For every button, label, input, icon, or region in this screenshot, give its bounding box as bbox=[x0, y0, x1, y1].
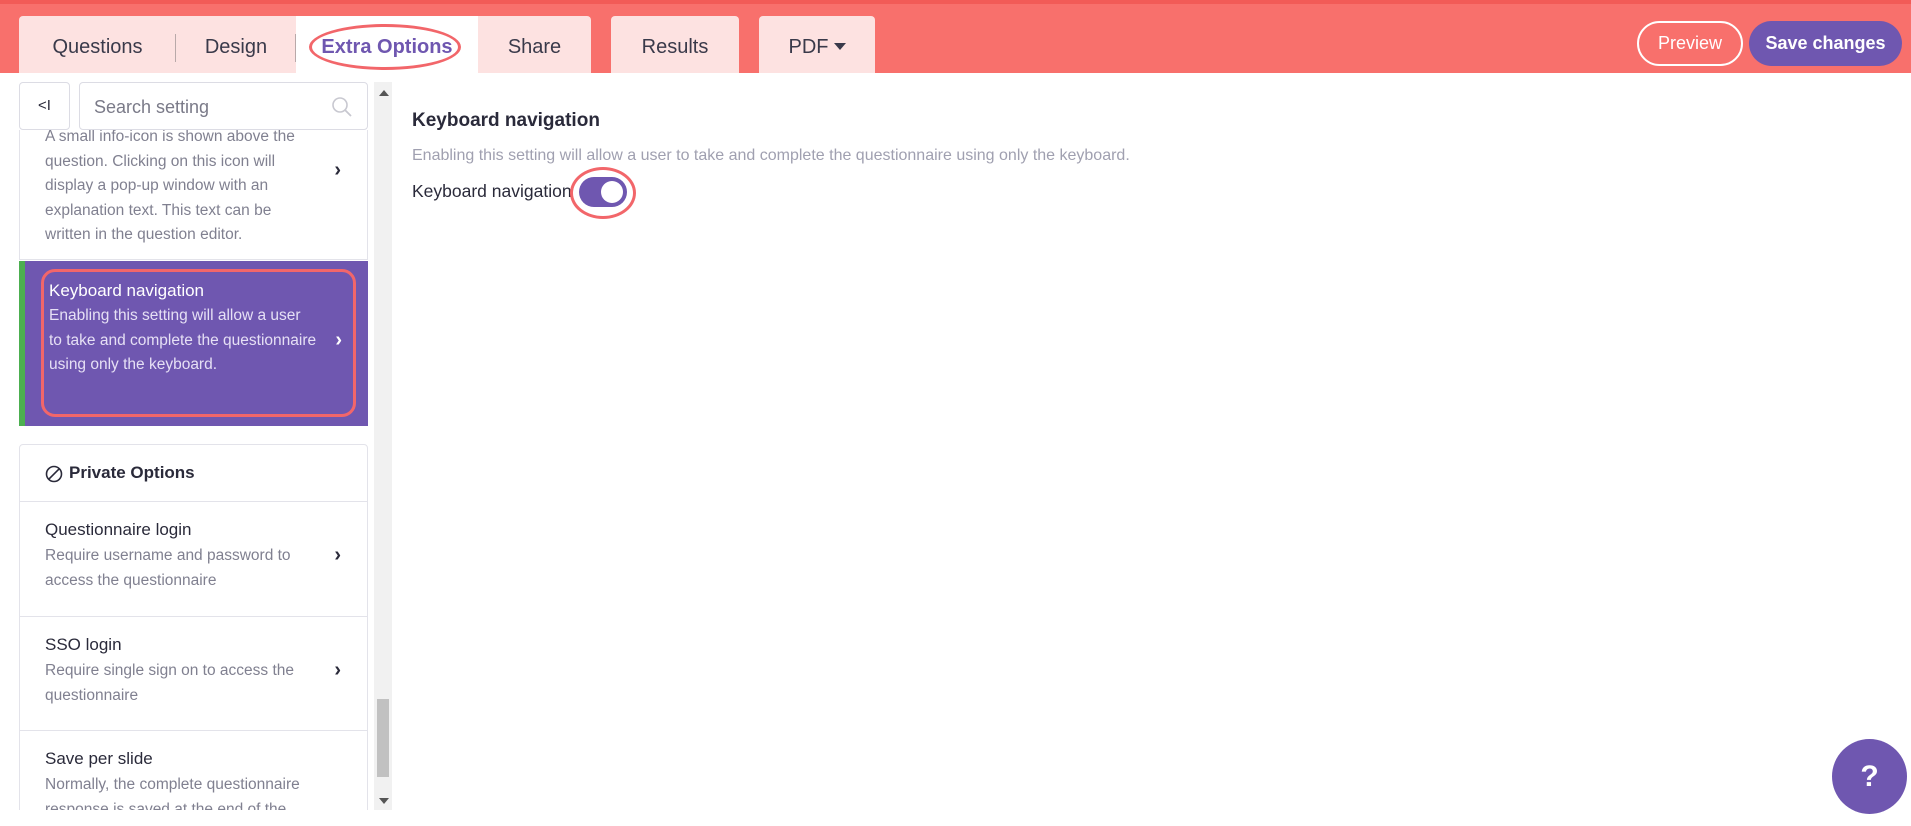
scroll-up-arrow-icon[interactable] bbox=[379, 90, 389, 96]
setting-item-description: Enabling this setting will allow a user … bbox=[49, 307, 317, 373]
preview-button[interactable]: Preview bbox=[1637, 21, 1743, 66]
chevron-right-icon: › bbox=[334, 544, 341, 566]
setting-detail-description: Enabling this setting will allow a user … bbox=[412, 147, 1130, 164]
tab-pdf[interactable]: PDF bbox=[759, 16, 875, 73]
section-title: Private Options bbox=[69, 463, 195, 482]
setting-item-keyboard-navigation[interactable]: Keyboard navigation Enabling this settin… bbox=[19, 261, 368, 426]
keyboard-navigation-toggle[interactable] bbox=[579, 177, 627, 207]
tab-share[interactable]: Share bbox=[478, 16, 591, 73]
chevron-right-icon: › bbox=[334, 659, 341, 681]
setting-item-save-per-slide[interactable]: Save per slide Normally, the complete qu… bbox=[19, 731, 368, 810]
setting-detail-title: Keyboard navigation bbox=[412, 110, 600, 131]
tab-design[interactable]: Design bbox=[176, 16, 296, 73]
collapse-sidebar-button[interactable]: <I bbox=[19, 82, 70, 130]
tab-extra-options[interactable]: Extra Options bbox=[296, 16, 478, 73]
setting-item-description: Require username and password to access … bbox=[45, 547, 291, 589]
setting-item-title: SSO login bbox=[45, 635, 122, 654]
settings-list: A small info-icon is shown above the que… bbox=[19, 130, 368, 810]
tab-questions[interactable]: Questions bbox=[19, 16, 176, 73]
tab-results[interactable]: Results bbox=[611, 16, 739, 73]
sidebar-scrollbar[interactable] bbox=[374, 82, 392, 810]
setting-item-questionnaire-login[interactable]: Questionnaire login Require username and… bbox=[19, 502, 368, 617]
chevron-right-icon: › bbox=[334, 159, 341, 181]
caret-down-icon bbox=[833, 42, 846, 50]
setting-item-title: Keyboard navigation bbox=[49, 281, 205, 300]
setting-item-description: A small info-icon is shown above the que… bbox=[45, 130, 295, 243]
scroll-down-arrow-icon[interactable] bbox=[379, 798, 389, 804]
tab-pdf-label: PDF bbox=[788, 36, 829, 58]
chevron-right-icon: › bbox=[335, 329, 342, 351]
search-setting-box bbox=[79, 82, 368, 130]
setting-item-description: Require single sign on to access the que… bbox=[45, 662, 295, 704]
save-changes-button[interactable]: Save changes bbox=[1749, 21, 1902, 66]
help-button[interactable]: ? bbox=[1832, 739, 1907, 814]
setting-item-title: Questionnaire login bbox=[45, 520, 192, 539]
setting-item-description: Normally, the complete questionnaire res… bbox=[45, 776, 300, 810]
setting-item-title: Save per slide bbox=[45, 749, 153, 768]
keyboard-navigation-toggle-label: Keyboard navigation bbox=[412, 181, 572, 201]
section-header-private-options: Private Options bbox=[19, 444, 368, 502]
ban-icon bbox=[45, 465, 63, 483]
toggle-knob bbox=[601, 181, 623, 203]
scrollbar-thumb[interactable] bbox=[377, 699, 389, 777]
setting-item-info-icon[interactable]: A small info-icon is shown above the que… bbox=[19, 130, 368, 260]
search-setting-input[interactable] bbox=[92, 93, 326, 121]
setting-item-sso-login[interactable]: SSO login Require single sign on to acce… bbox=[19, 617, 368, 731]
search-icon bbox=[332, 97, 352, 117]
